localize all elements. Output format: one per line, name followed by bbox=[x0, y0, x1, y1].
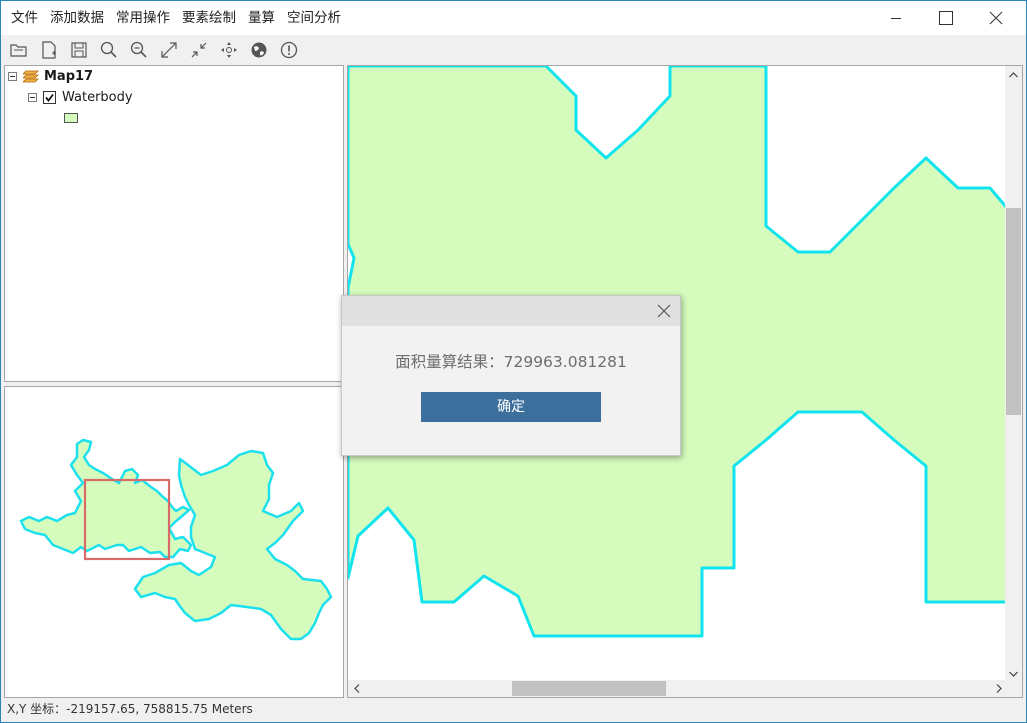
new-document-button[interactable] bbox=[38, 39, 60, 61]
info-icon bbox=[280, 41, 298, 59]
coordinate-readout: X,Y 坐标：-219157.65, 758815.75 Meters bbox=[7, 702, 253, 716]
checkmark-icon bbox=[45, 93, 54, 102]
ok-button[interactable]: 确定 bbox=[421, 392, 601, 422]
overview-panel bbox=[4, 386, 344, 698]
globe-icon bbox=[251, 42, 267, 58]
zoom-out-button[interactable] bbox=[128, 39, 150, 61]
open-project-icon bbox=[10, 44, 27, 57]
close-icon bbox=[989, 11, 1003, 25]
full-extent-button[interactable] bbox=[158, 39, 180, 61]
horizontal-scroll-thumb[interactable] bbox=[512, 681, 666, 696]
maximize-button[interactable] bbox=[923, 1, 969, 35]
dialog-message: 面积量算结果：729963.081281 bbox=[395, 353, 627, 371]
save-button[interactable] bbox=[68, 39, 90, 61]
status-bar: X,Y 坐标：-219157.65, 758815.75 Meters bbox=[1, 700, 1026, 722]
map-name: Map17 bbox=[44, 68, 94, 84]
shrink-extent-button[interactable] bbox=[188, 39, 210, 61]
menu-file[interactable]: 文件 bbox=[5, 1, 44, 35]
full-extent-icon bbox=[161, 42, 177, 58]
layers-icon bbox=[23, 70, 39, 83]
close-icon bbox=[657, 304, 671, 318]
horizontal-scrollbar[interactable] bbox=[348, 680, 1007, 697]
scroll-left-icon[interactable] bbox=[348, 680, 365, 697]
dialog-header bbox=[342, 296, 680, 326]
info-button[interactable] bbox=[278, 39, 300, 61]
map-node[interactable]: Map17 bbox=[8, 67, 93, 85]
close-button[interactable] bbox=[973, 1, 1019, 35]
menu-spatial-analysis[interactable]: 空间分析 bbox=[281, 1, 347, 35]
scrollbar-corner bbox=[1005, 680, 1022, 697]
collapse-icon[interactable] bbox=[8, 71, 17, 81]
menu-bar: 文件 添加数据 常用操作 要素绘制 量算 空间分析 bbox=[5, 1, 347, 35]
menu-common-ops[interactable]: 常用操作 bbox=[110, 1, 176, 35]
globe-button[interactable] bbox=[248, 39, 270, 61]
menu-feature-draw[interactable]: 要素绘制 bbox=[176, 1, 242, 35]
minimize-button[interactable] bbox=[873, 1, 919, 35]
zoom-out-icon bbox=[130, 41, 147, 58]
zoom-in-icon bbox=[100, 41, 117, 58]
app-window: 文件 添加数据 常用操作 要素绘制 量算 空间分析 Map17 Waterbod… bbox=[1, 1, 1026, 722]
collapse-icon[interactable] bbox=[28, 92, 37, 102]
overview-map bbox=[19, 438, 333, 641]
title-bar: 文件 添加数据 常用操作 要素绘制 量算 空间分析 bbox=[1, 1, 1026, 35]
menu-measure[interactable]: 量算 bbox=[242, 1, 281, 35]
layer-visibility-checkbox[interactable] bbox=[43, 90, 56, 104]
new-document-icon bbox=[42, 41, 56, 59]
legend-swatch bbox=[64, 113, 78, 123]
vertical-scroll-thumb[interactable] bbox=[1006, 208, 1021, 415]
open-project-button[interactable] bbox=[8, 39, 30, 61]
pan-icon bbox=[221, 42, 237, 58]
vertical-scrollbar[interactable] bbox=[1005, 66, 1022, 682]
zoom-in-button[interactable] bbox=[98, 39, 120, 61]
menu-add-data[interactable]: 添加数据 bbox=[44, 1, 110, 35]
toolbar bbox=[1, 35, 1026, 65]
scroll-up-icon[interactable] bbox=[1005, 66, 1022, 83]
layer-node[interactable]: Waterbody bbox=[28, 88, 133, 106]
maximize-icon bbox=[939, 11, 953, 25]
layer-tree-panel: Map17 Waterbody bbox=[4, 65, 344, 382]
shrink-extent-icon bbox=[191, 42, 207, 58]
layer-name: Waterbody bbox=[62, 89, 133, 105]
save-icon bbox=[71, 42, 87, 58]
dialog-close-button[interactable] bbox=[652, 299, 676, 323]
minimize-icon bbox=[891, 18, 901, 19]
pan-button[interactable] bbox=[218, 39, 240, 61]
measure-result-dialog: 面积量算结果：729963.081281 确定 bbox=[341, 295, 681, 456]
waterbody-overview-polygon bbox=[19, 438, 193, 559]
